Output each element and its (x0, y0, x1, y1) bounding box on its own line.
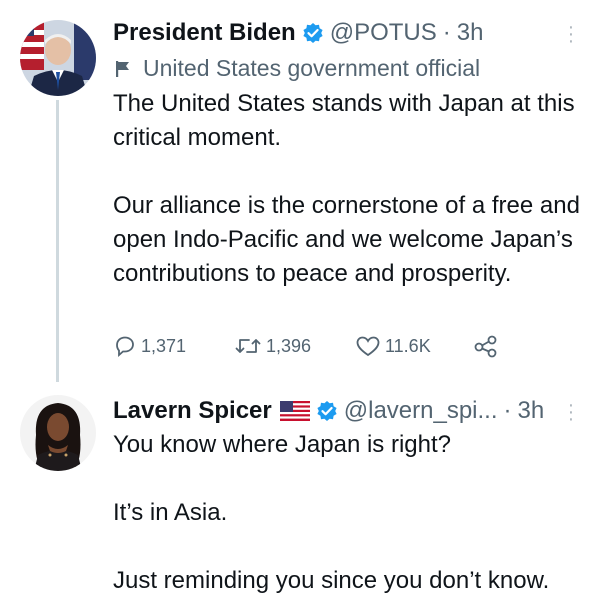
tweet-text: You know where Japan is right? It’s in A… (113, 431, 550, 594)
thread-connector-line (56, 100, 59, 382)
reply-count: 1,371 (141, 335, 187, 356)
us-flag-emoji (279, 401, 310, 421)
tweet-timestamp[interactable]: 3h (518, 397, 545, 425)
reply-button[interactable]: 1,371 (113, 334, 186, 358)
like-button[interactable]: 11.6K (355, 334, 431, 358)
author-handle[interactable]: @POTUS (330, 19, 437, 47)
avatar-lavern[interactable] (20, 395, 96, 471)
tweet-actions: 1,371 1,396 11.6K (113, 334, 513, 364)
retweet-button[interactable]: 1,396 (234, 334, 311, 358)
tweet-header: Lavern Spicer @lavern_spi... · 3h (113, 397, 544, 425)
reply-icon (116, 336, 134, 357)
verified-badge-icon (303, 23, 323, 43)
retweet-count: 1,396 (266, 335, 312, 356)
avatar-potus[interactable] (20, 20, 96, 96)
more-options-icon[interactable]: · · · (566, 395, 576, 429)
retweet-icon (235, 339, 261, 353)
share-button[interactable] (473, 334, 503, 358)
government-label: United States government official (113, 55, 480, 82)
tweet-text: The United States stands with Japan at t… (113, 90, 580, 287)
like-icon (356, 336, 380, 357)
author-name[interactable]: Lavern Spicer (113, 397, 272, 425)
separator-dot: · (442, 19, 451, 46)
label-text: United States government official (143, 55, 481, 81)
tweet-header: President Biden @POTUS · 3h (113, 19, 483, 47)
author-name[interactable]: President Biden (113, 19, 296, 47)
separator-dot: · (503, 397, 512, 424)
share-icon (474, 335, 497, 358)
tweet-timestamp[interactable]: 3h (457, 19, 484, 47)
author-handle[interactable]: @lavern_spi... (344, 397, 498, 425)
verified-badge-icon (317, 401, 337, 421)
more-options-icon[interactable]: · · · (566, 17, 576, 51)
avatar-image (20, 395, 96, 471)
avatar-image (20, 20, 96, 96)
like-count: 11.6K (385, 335, 431, 356)
flag-icon (116, 60, 129, 77)
